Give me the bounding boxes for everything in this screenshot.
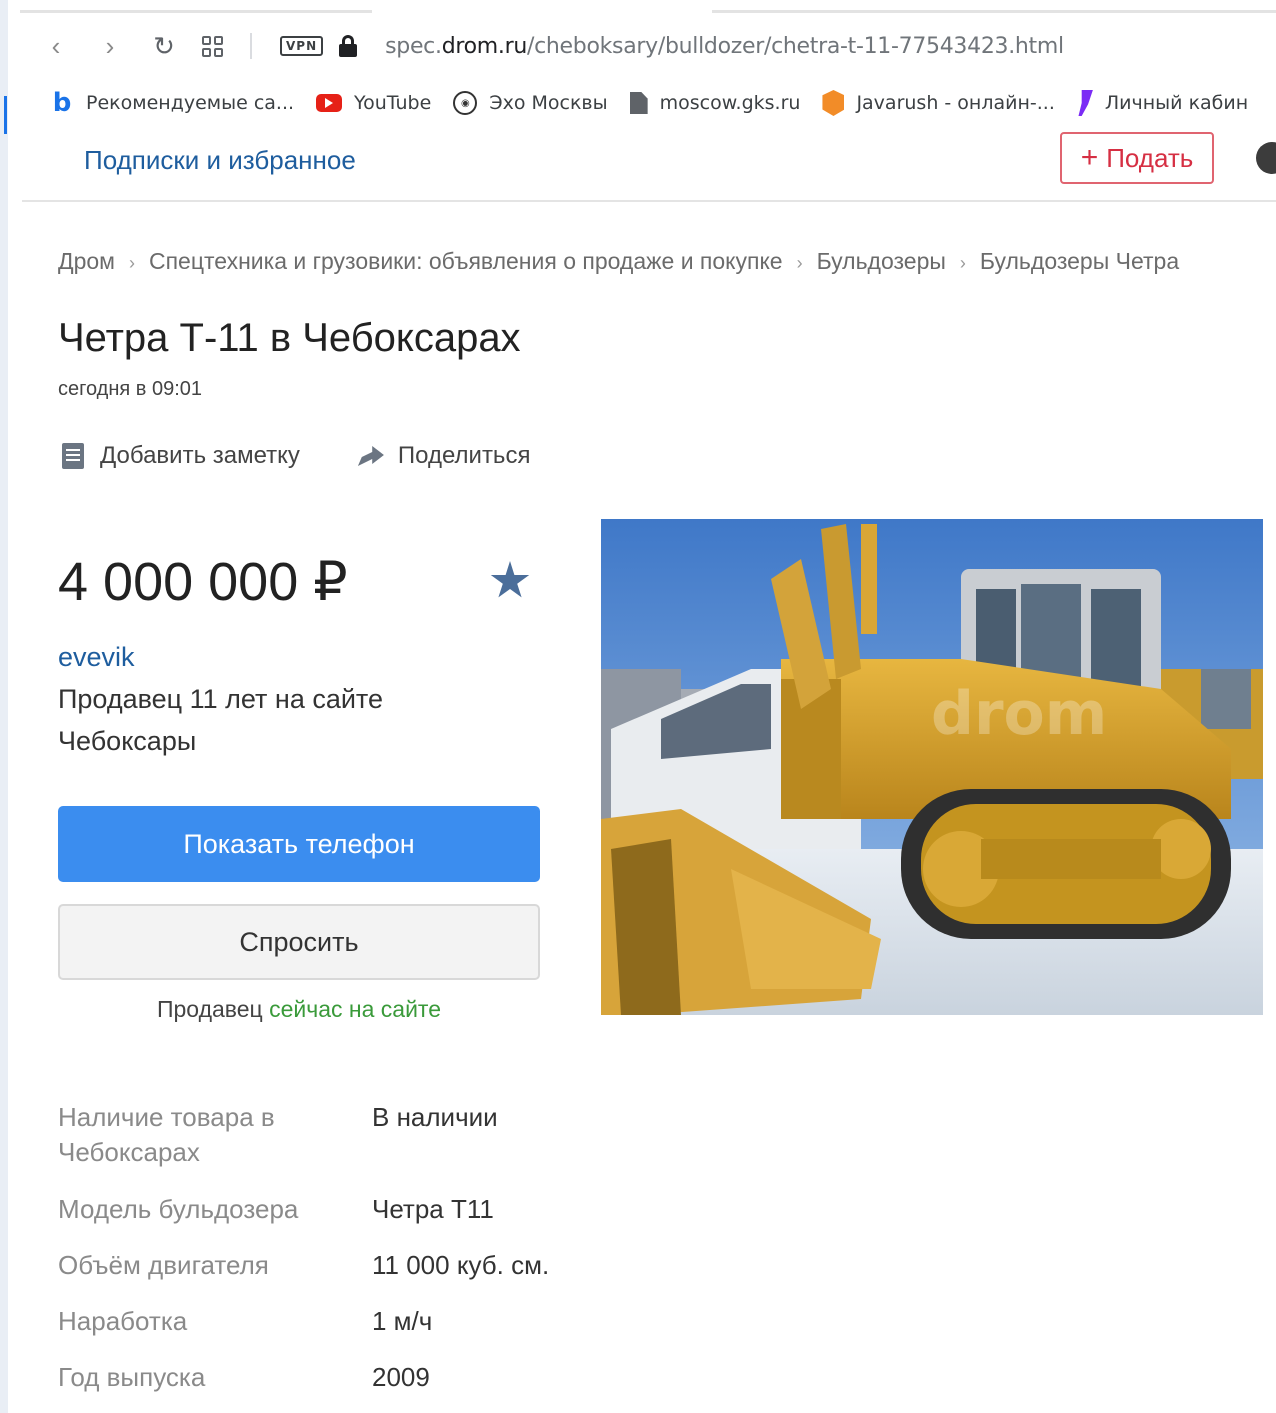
bookmark-label: Личный кабин — [1104, 92, 1249, 114]
show-phone-button[interactable]: Показать телефон — [58, 806, 540, 882]
seller-tenure: Продавец 11 лет на сайте — [58, 684, 384, 714]
page-title: Четра Т-11 в Чебоксарах — [58, 316, 521, 360]
seller-name-link[interactable]: evevik — [58, 642, 135, 673]
bookmark-javarush[interactable]: Javarush - онлайн-... — [822, 90, 1055, 116]
post-ad-button[interactable]: + Подать — [1060, 132, 1214, 184]
breadcrumb-item-special-equipment[interactable]: Спецтехника и грузовики: объявления о пр… — [149, 248, 783, 274]
online-status: сейчас на сайте — [269, 996, 442, 1022]
share-icon — [357, 446, 384, 466]
purple-bookmark-icon — [1078, 90, 1093, 116]
breadcrumb: Дром › Спецтехника и грузовики: объявления… — [58, 248, 1179, 275]
address-bar-url[interactable]: spec.drom.ru/cheboksary/bulldozer/chetra… — [385, 34, 1064, 59]
forward-arrow-icon[interactable]: › — [90, 26, 130, 66]
reload-icon[interactable]: ↻ — [144, 26, 184, 66]
bing-icon: b — [52, 88, 72, 118]
favorite-star-icon[interactable] — [490, 561, 530, 598]
ask-button[interactable]: Спросить — [58, 904, 540, 980]
bookmark-label: Рекомендуемые са... — [86, 92, 295, 114]
subscriptions-link[interactable]: Подписки и избранное — [84, 145, 356, 176]
listing-photo[interactable]: drom — [601, 519, 1263, 1015]
plus-icon: + — [1080, 141, 1099, 174]
bookmark-echo-moskvy[interactable]: ◉ Эхо Москвы — [453, 91, 608, 115]
site-header: Подписки и избранное + Подать — [22, 130, 1276, 202]
chevron-right-icon: › — [959, 253, 966, 273]
chevron-right-icon: › — [796, 253, 803, 273]
spec-label: Наличие товара в Чебоксарах — [58, 1102, 275, 1167]
vpn-badge[interactable]: VPN — [280, 36, 324, 56]
window-left-edge — [0, 0, 8, 1413]
share-link[interactable]: Поделиться — [398, 442, 531, 470]
chevron-right-icon: › — [128, 253, 135, 273]
spec-value: 11 000 куб. см. — [372, 1250, 550, 1280]
bookmark-label: moscow.gks.ru — [659, 92, 801, 114]
bookmark-personal-cabinet[interactable]: Личный кабин — [1077, 90, 1248, 116]
spec-value: 1 м/ч — [372, 1306, 433, 1336]
user-avatar[interactable] — [1256, 142, 1276, 174]
spec-label: Наработка — [58, 1306, 188, 1336]
tab-strip — [20, 6, 1276, 16]
post-ad-label: Подать — [1106, 142, 1194, 173]
lock-icon[interactable] — [339, 35, 358, 57]
bookmark-recommended[interactable]: b Рекомендуемые са... — [50, 88, 295, 118]
bookmark-label: Javarush - онлайн-... — [856, 92, 1055, 114]
tab-strip-segment — [712, 10, 1276, 13]
note-icon — [62, 443, 84, 469]
listing-date: сегодня в 09:01 — [58, 378, 202, 400]
bookmark-label: YouTube — [354, 92, 432, 114]
photo-watermark: drom — [931, 679, 1107, 749]
spec-value: В наличии — [372, 1102, 498, 1132]
back-arrow-icon[interactable]: ‹ — [36, 26, 76, 66]
seller-city: Чебоксары — [58, 726, 197, 756]
window-edge-accent — [4, 96, 7, 134]
seller-online-status: Продавец сейчас на сайте — [58, 996, 540, 1023]
browser-toolbar: ‹ › ↻ VPN spec.drom.ru/cheboksary/bulldo… — [20, 18, 1276, 74]
toolbar-divider — [250, 33, 252, 59]
listing-actions: Добавить заметку Поделиться — [62, 442, 530, 470]
echo-moskvy-icon: ◉ — [453, 91, 478, 115]
add-note-link[interactable]: Добавить заметку — [100, 442, 300, 470]
youtube-icon — [316, 94, 343, 112]
breadcrumb-item-drom[interactable]: Дром — [58, 248, 115, 274]
price: 4 000 000 ₽ — [58, 552, 348, 612]
spec-label: Год выпуска — [58, 1362, 206, 1392]
url-path: /cheboksary/bulldozer/chetra-t-11-775434… — [527, 33, 1064, 59]
spec-label: Модель бульдозера — [58, 1194, 299, 1224]
breadcrumb-item-chetra-bulldozers[interactable]: Бульдозеры Четра — [980, 248, 1179, 274]
bookmarks-bar: b Рекомендуемые са... YouTube ◉ Эхо Москвы… — [20, 80, 1276, 126]
bookmark-youtube[interactable]: YouTube — [316, 92, 431, 114]
spec-value: Четра Т11 — [372, 1194, 494, 1224]
spec-value: 2009 — [372, 1362, 430, 1392]
url-domain: drom.ru — [441, 33, 528, 59]
online-prefix: Продавец — [156, 996, 263, 1022]
document-icon — [629, 92, 648, 114]
url-prefix: spec. — [385, 33, 442, 59]
breadcrumb-item-bulldozers[interactable]: Бульдозеры — [817, 248, 946, 274]
bookmark-label: Эхо Москвы — [489, 92, 608, 114]
spec-label: Объём двигателя — [58, 1250, 269, 1280]
javarush-icon — [822, 90, 845, 116]
apps-grid-icon[interactable] — [192, 26, 232, 66]
bookmark-moscow-gks[interactable]: moscow.gks.ru — [629, 92, 801, 114]
bulldozer-photo-image: drom — [601, 519, 1263, 1015]
tab-strip-segment — [20, 10, 372, 13]
